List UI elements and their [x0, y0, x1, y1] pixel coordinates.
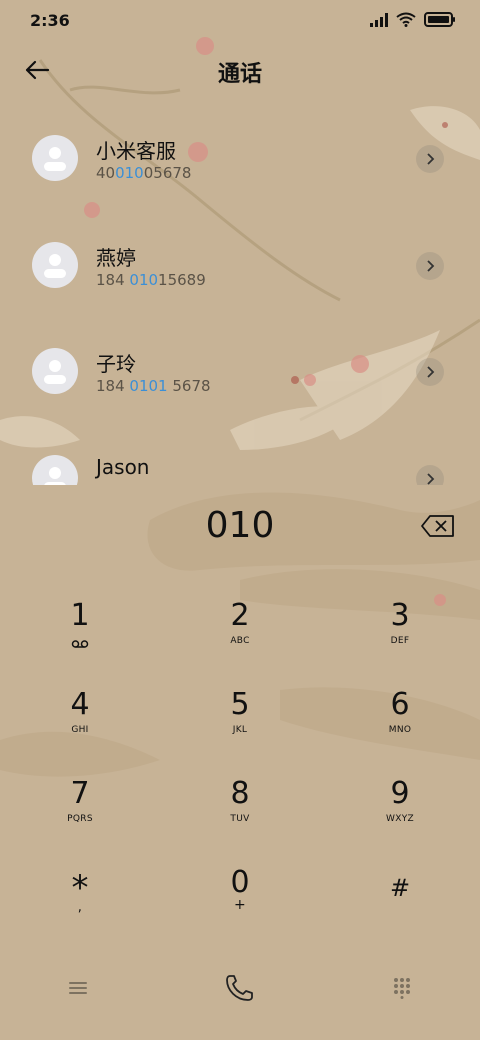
battery-icon: [424, 12, 455, 27]
contact-number: 184 01015689: [96, 271, 206, 289]
key-digit: 8: [230, 776, 250, 811]
contact-number: 4001005678: [96, 164, 192, 182]
contact-detail-button[interactable]: [416, 358, 444, 386]
chevron-right-icon: [427, 260, 435, 272]
key-letters: ,: [77, 900, 83, 915]
dial-input-area: 010: [0, 505, 480, 555]
bottom-action-bar: [0, 960, 480, 1020]
contact-detail-button[interactable]: [416, 145, 444, 173]
key-hash[interactable]: #: [320, 870, 480, 958]
key-star[interactable]: * ,: [0, 870, 160, 958]
key-digit: 1: [70, 598, 90, 633]
wifi-icon: [396, 12, 416, 27]
dialpad: 1 2 ABC 3 DEF 4 GHI 5 JKL 6 MNO 7 PQRS 8…: [0, 590, 480, 950]
key-digit: #: [389, 874, 411, 902]
avatar: [32, 455, 78, 485]
contact-item[interactable]: 小米客服 4001005678: [0, 105, 480, 205]
key-5[interactable]: 5 JKL: [160, 687, 320, 775]
contact-detail-button[interactable]: [416, 465, 444, 485]
key-letters: MNO: [388, 725, 412, 735]
key-digit: 5: [230, 687, 250, 722]
key-7[interactable]: 7 PQRS: [0, 776, 160, 864]
status-bar: 2:36: [0, 0, 480, 42]
key-8[interactable]: 8 TUV: [160, 776, 320, 864]
voicemail-icon: [71, 640, 89, 648]
menu-button[interactable]: [58, 970, 98, 1006]
chevron-right-icon: [427, 366, 435, 378]
contact-name: Jason: [96, 455, 150, 479]
avatar: [32, 135, 78, 181]
key-3[interactable]: 3 DEF: [320, 598, 480, 686]
contact-item[interactable]: Jason: [0, 425, 480, 485]
key-2[interactable]: 2 ABC: [160, 598, 320, 686]
call-button[interactable]: [220, 970, 260, 1006]
key-letters: TUV: [230, 814, 250, 824]
contact-item[interactable]: 子玲 184 0101 5678: [0, 318, 480, 418]
key-digit: 3: [390, 598, 410, 633]
key-digit: 7: [70, 776, 90, 811]
contact-item[interactable]: 燕婷 184 01015689: [0, 212, 480, 312]
page-title: 通话: [217, 62, 262, 87]
person-icon: [44, 360, 66, 384]
key-digit: 0: [230, 865, 250, 900]
header: 通话: [0, 48, 480, 92]
dialed-number[interactable]: 010: [0, 505, 480, 546]
phone-icon: [226, 975, 253, 1001]
menu-icon: [69, 982, 87, 994]
key-1[interactable]: 1: [0, 598, 160, 686]
status-time: 2:36: [30, 11, 70, 30]
key-digit: 9: [390, 776, 410, 811]
key-digit: 6: [390, 687, 410, 722]
avatar: [32, 348, 78, 394]
key-letters: +: [233, 897, 247, 913]
backspace-icon: [421, 515, 454, 537]
contact-suggestions-list: 小米客服 4001005678 燕婷 184 01015689 子玲 184 0…: [0, 105, 480, 485]
contact-name: 燕婷: [96, 246, 136, 270]
signal-icon: [370, 12, 388, 27]
key-letters: DEF: [390, 636, 410, 646]
key-letters: WXYZ: [386, 814, 414, 824]
person-icon: [44, 467, 66, 485]
contact-name: 子玲: [96, 352, 136, 376]
key-6[interactable]: 6 MNO: [320, 687, 480, 775]
dialpad-toggle-button[interactable]: [382, 970, 422, 1006]
key-4[interactable]: 4 GHI: [0, 687, 160, 775]
chevron-right-icon: [427, 153, 435, 165]
dialpad-icon: [394, 978, 410, 999]
key-0[interactable]: 0 +: [160, 865, 320, 953]
key-letters: PQRS: [67, 814, 93, 824]
status-icons: [370, 12, 456, 27]
backspace-button[interactable]: [420, 513, 456, 539]
person-icon: [44, 147, 66, 171]
key-letters: GHI: [71, 725, 89, 735]
contact-number: 184 0101 5678: [96, 377, 211, 395]
person-icon: [44, 254, 66, 278]
contact-detail-button[interactable]: [416, 252, 444, 280]
key-digit: 4: [70, 687, 90, 722]
chevron-right-icon: [427, 473, 435, 485]
key-digit: 2: [230, 598, 250, 633]
key-letters: ABC: [230, 636, 250, 646]
avatar: [32, 242, 78, 288]
key-letters: JKL: [232, 725, 248, 735]
key-9[interactable]: 9 WXYZ: [320, 776, 480, 864]
contact-name: 小米客服: [96, 139, 176, 163]
